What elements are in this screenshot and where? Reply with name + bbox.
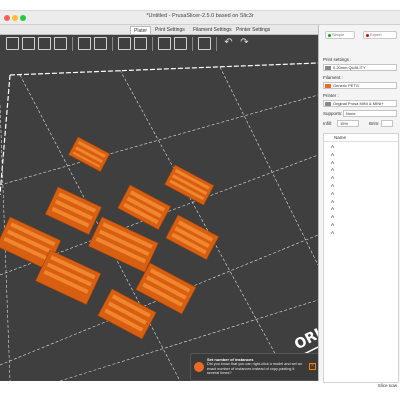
remove-instance-icon[interactable] bbox=[134, 37, 147, 50]
object-list-item[interactable]: A bbox=[324, 182, 398, 190]
object-list-item[interactable]: A bbox=[324, 151, 398, 159]
object-list[interactable]: Name A A A A A A A A A A A A bbox=[323, 133, 399, 383]
object-list-item[interactable]: A bbox=[324, 213, 398, 221]
filament-label: Filament : bbox=[323, 75, 343, 80]
split-objects-icon[interactable] bbox=[158, 37, 171, 50]
print-settings-label: Print settings : bbox=[323, 57, 352, 62]
app-window: *Untitled - PrusaSlicer-2.5.0 based on S… bbox=[0, 10, 400, 388]
infill-label: Infill: bbox=[323, 121, 333, 126]
tab-print-settings[interactable]: Print Settings bbox=[152, 26, 188, 34]
object-list-item[interactable]: A bbox=[324, 190, 398, 198]
brim-label: Brim: bbox=[369, 121, 380, 126]
supports-select[interactable]: None bbox=[343, 110, 397, 117]
window-title: *Untitled - PrusaSlicer-2.5.0 based on S… bbox=[146, 13, 254, 19]
plater-toolbar: ↶ ↷ bbox=[6, 37, 251, 55]
toolbar-separator bbox=[72, 37, 73, 51]
toolbar-separator bbox=[216, 37, 217, 51]
filament-value: Generic PETG bbox=[333, 83, 360, 88]
3d-viewport[interactable]: ↶ ↷ ORI bbox=[0, 35, 318, 381]
printer-label: Printer : bbox=[323, 93, 339, 98]
mode-expert-button[interactable]: Expert bbox=[363, 31, 397, 39]
paste-icon[interactable] bbox=[94, 37, 107, 50]
split-parts-icon[interactable] bbox=[174, 37, 187, 50]
object-list-item[interactable]: A bbox=[324, 205, 398, 213]
sidebar: Simple Expert Print settings : 0.20mm QU… bbox=[318, 25, 400, 388]
hint-notification: Set number of instances Did you know tha… bbox=[190, 353, 320, 381]
mode-expert-label: Expert bbox=[370, 32, 382, 37]
toolbar-separator bbox=[152, 37, 153, 51]
title-bar: *Untitled - PrusaSlicer-2.5.0 based on S… bbox=[0, 11, 400, 25]
slice-now-button[interactable]: Slice now bbox=[323, 381, 399, 391]
tab-plater[interactable]: Plater bbox=[130, 26, 152, 34]
delete-icon[interactable] bbox=[22, 37, 35, 50]
toolbar-separator bbox=[192, 37, 193, 51]
toolbar-separator bbox=[112, 37, 113, 51]
gear-icon bbox=[325, 66, 331, 70]
object-list-header: Name bbox=[324, 134, 398, 142]
printer-select[interactable]: Original Prusa MINI & MINI+ bbox=[323, 100, 397, 107]
object-list-item[interactable]: A bbox=[324, 166, 398, 174]
variable-layer-icon[interactable] bbox=[198, 37, 211, 50]
brim-checkbox[interactable] bbox=[381, 120, 393, 127]
tab-bar: Plater Print Settings Filament Settings … bbox=[0, 25, 318, 35]
object-list-item[interactable]: A bbox=[324, 143, 398, 151]
hint-bulb-icon bbox=[194, 362, 204, 372]
print-settings-select[interactable]: 0.20mm QUALITY bbox=[323, 64, 397, 71]
tab-printer-settings[interactable]: Printer Settings bbox=[233, 26, 273, 34]
mode-simple-button[interactable]: Simple bbox=[325, 31, 355, 39]
object-list-item[interactable]: A bbox=[324, 174, 398, 182]
filament-select[interactable]: Generic PETG bbox=[323, 82, 397, 89]
copy-icon[interactable] bbox=[78, 37, 91, 50]
object-list-item[interactable]: A bbox=[324, 159, 398, 167]
mode-dot-icon bbox=[366, 34, 369, 37]
tab-filament-settings[interactable]: Filament Settings bbox=[190, 26, 235, 34]
filament-color-icon bbox=[325, 84, 331, 88]
add-instance-icon[interactable] bbox=[118, 37, 131, 50]
delete-all-icon[interactable] bbox=[38, 37, 51, 50]
arrange-icon[interactable] bbox=[54, 37, 67, 50]
print-settings-value: 0.20mm QUALITY bbox=[333, 65, 366, 70]
add-icon[interactable] bbox=[6, 37, 19, 50]
mode-simple-label: Simple bbox=[332, 32, 345, 37]
printer-icon bbox=[325, 102, 331, 106]
infill-select[interactable]: 15% bbox=[337, 120, 359, 127]
object-list-item[interactable]: A bbox=[324, 221, 398, 229]
object-list-item[interactable]: A bbox=[324, 229, 398, 237]
object-list-item[interactable]: A bbox=[324, 198, 398, 206]
hint-body: Did you know that you can right-click a … bbox=[207, 362, 302, 375]
print-bed bbox=[0, 62, 318, 381]
close-icon[interactable]: × bbox=[309, 363, 316, 370]
undo-icon[interactable]: ↶ bbox=[222, 37, 235, 50]
mode-dot-icon bbox=[328, 34, 331, 37]
printer-value: Original Prusa MINI & MINI+ bbox=[333, 101, 384, 106]
redo-icon[interactable]: ↷ bbox=[238, 37, 251, 50]
supports-label: Supports: bbox=[323, 111, 343, 116]
